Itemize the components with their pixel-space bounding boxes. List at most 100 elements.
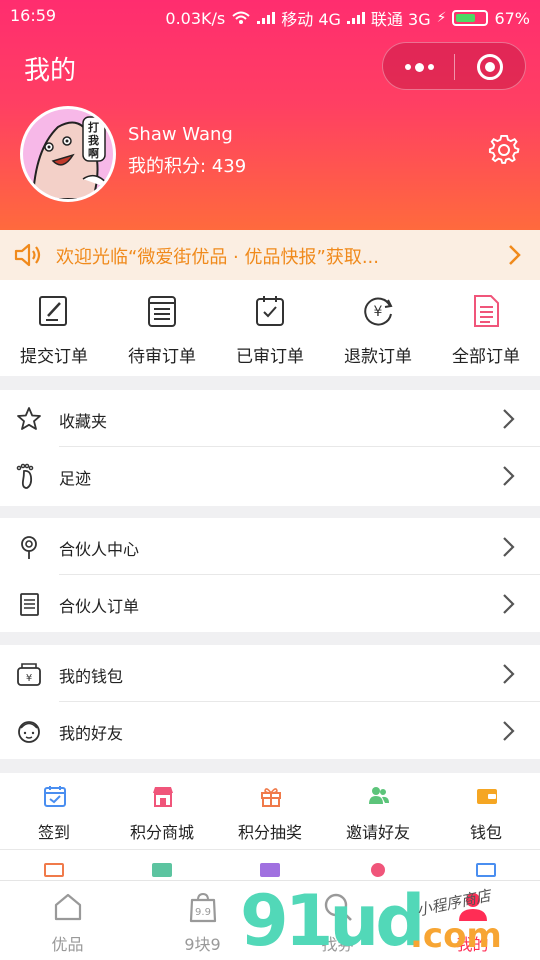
status-bar: 16:59 0.03K/s 移动 4G 联通 3G ⚡ 67% — [0, 0, 540, 32]
tab-bar: 优品 9.9 9块9 找券 我的 — [0, 880, 540, 960]
svg-text:¥: ¥ — [374, 304, 383, 320]
signal-icon-2 — [346, 12, 365, 24]
invite-users-icon — [369, 787, 389, 804]
profile-header: 16:59 0.03K/s 移动 4G 联通 3G ⚡ 67% 我的 打我啊 S… — [0, 0, 540, 230]
menu-label: 合伙人中心 — [59, 540, 140, 559]
grid-item-wallet[interactable]: 钱包 — [432, 773, 540, 849]
grid-item-lottery[interactable]: 积分抽奖 — [216, 773, 324, 849]
grid-item-invite[interactable]: 邀请好友 — [324, 773, 432, 849]
grid-label: 钱包 — [469, 823, 502, 842]
search-icon — [324, 893, 352, 921]
menu-label: 足迹 — [59, 469, 92, 488]
battery-percent: 67% — [494, 8, 530, 28]
menu-row-wallet[interactable]: ¥ 我的钱包 — [0, 645, 540, 702]
grid-row2-item[interactable] — [216, 851, 324, 881]
notice-text: 欢迎光临“微爱街优品 · 优品快报”获取... — [56, 247, 379, 268]
tab-99[interactable]: 9.9 9块9 — [135, 881, 270, 960]
chevron-right-icon — [509, 245, 521, 265]
menu-row-partner-center[interactable]: 合伙人中心 — [0, 518, 540, 575]
menu-label: 收藏夹 — [59, 412, 108, 431]
partner-pin-icon — [21, 536, 37, 559]
signal-icon — [257, 12, 276, 24]
menu-row-footprint[interactable]: 足迹 — [0, 447, 540, 504]
home-icon — [54, 893, 82, 921]
footprint-icon — [16, 463, 34, 489]
chevron-right-icon — [503, 537, 515, 557]
tab-home[interactable]: 优品 — [0, 881, 135, 960]
user-name: Shaw Wang — [128, 124, 233, 145]
menu-row-friends[interactable]: 我的好友 — [0, 702, 540, 759]
tab-coupon[interactable]: 找券 — [270, 881, 405, 960]
avatar-speech-text: 打我啊 — [88, 121, 99, 160]
grid-divider — [0, 849, 540, 850]
pen-doc-icon — [39, 296, 67, 326]
grid-item-checkin[interactable]: 签到 — [0, 773, 108, 849]
refund-yen-icon: ¥ — [364, 297, 393, 326]
menu-group-wallet: ¥ 我的钱包 我的好友 — [0, 645, 540, 759]
battery-icon — [452, 10, 489, 26]
menu-row-favorites[interactable]: 收藏夹 — [0, 390, 540, 447]
order-pending[interactable]: 待审订单 — [108, 280, 216, 376]
user-points: 我的积分: 439 — [128, 156, 247, 177]
page-title: 我的 — [24, 56, 77, 86]
settings-gear-icon[interactable] — [488, 134, 520, 166]
menu-group-favorites: 收藏夹 足迹 — [0, 390, 540, 506]
svg-text:9.9: 9.9 — [195, 907, 211, 918]
order-label: 待审订单 — [128, 347, 196, 367]
grid-item-shop[interactable]: 积分商城 — [108, 773, 216, 849]
all-doc-icon — [474, 295, 499, 327]
menu-label: 我的好友 — [59, 724, 124, 743]
order-submit[interactable]: 提交订单 — [0, 280, 108, 376]
grid-label: 签到 — [37, 823, 70, 842]
grid-row2-item[interactable] — [324, 851, 432, 881]
partner-doc-icon — [20, 593, 39, 616]
grid-label: 积分抽奖 — [237, 823, 302, 842]
menu-label: 合伙人订单 — [59, 597, 140, 616]
friend-face-icon — [18, 721, 40, 743]
tab-label: 找券 — [321, 935, 354, 954]
person-icon — [459, 893, 487, 921]
order-label: 已审订单 — [236, 347, 304, 367]
grid-label: 积分商城 — [129, 823, 194, 842]
tab-mine[interactable]: 我的 — [405, 881, 540, 960]
wallet-icon — [477, 789, 497, 804]
wifi-icon — [232, 11, 250, 24]
grid-row2-item[interactable] — [0, 851, 108, 881]
carrier-1: 移动 4G — [281, 10, 341, 29]
wallet-yen-icon: ¥ — [17, 663, 41, 686]
grid-row2-item[interactable] — [432, 851, 540, 881]
check-doc-icon — [256, 296, 284, 326]
list-doc-icon — [148, 296, 176, 327]
avatar[interactable]: 打我啊 — [20, 106, 116, 202]
order-label: 全部订单 — [452, 347, 520, 367]
grid-row2-item[interactable] — [108, 851, 216, 881]
chevron-right-icon — [503, 466, 515, 486]
close-miniprogram-icon[interactable] — [477, 54, 503, 80]
chevron-right-icon — [503, 594, 515, 614]
carrier-2: 联通 3G — [370, 10, 431, 29]
order-label: 退款订单 — [344, 347, 412, 367]
shop-icon — [153, 787, 173, 807]
more-menu-icon[interactable] — [401, 52, 437, 82]
order-label: 提交订单 — [20, 347, 88, 367]
menu-row-partner-orders[interactable]: 合伙人订单 — [0, 575, 540, 632]
feature-grid: 签到 积分商城 积分抽奖 邀请好友 钱包 — [0, 773, 540, 883]
notice-bar[interactable]: 欢迎光临“微爱街优品 · 优品快报”获取... — [0, 230, 540, 280]
status-time: 16:59 — [10, 6, 57, 25]
tab-label: 优品 — [51, 935, 84, 954]
order-refund[interactable]: ¥ 退款订单 — [324, 280, 432, 376]
capsule-divider — [454, 54, 455, 80]
chevron-right-icon — [503, 409, 515, 429]
orders-bar: 提交订单 待审订单 已审订单 ¥ 退款订单 全部订单 — [0, 280, 540, 376]
chevron-right-icon — [503, 721, 515, 741]
grid-label: 邀请好友 — [345, 823, 410, 842]
menu-label: 我的钱包 — [59, 667, 124, 686]
order-approved[interactable]: 已审订单 — [216, 280, 324, 376]
tab-label: 9块9 — [184, 935, 221, 954]
gift-icon — [261, 788, 281, 807]
network-speed: 0.03K/s — [165, 8, 226, 28]
menu-group-partner: 合伙人中心 合伙人订单 — [0, 518, 540, 632]
svg-text:¥: ¥ — [26, 673, 32, 684]
order-all[interactable]: 全部订单 — [432, 280, 540, 376]
miniprogram-capsule — [382, 42, 526, 90]
